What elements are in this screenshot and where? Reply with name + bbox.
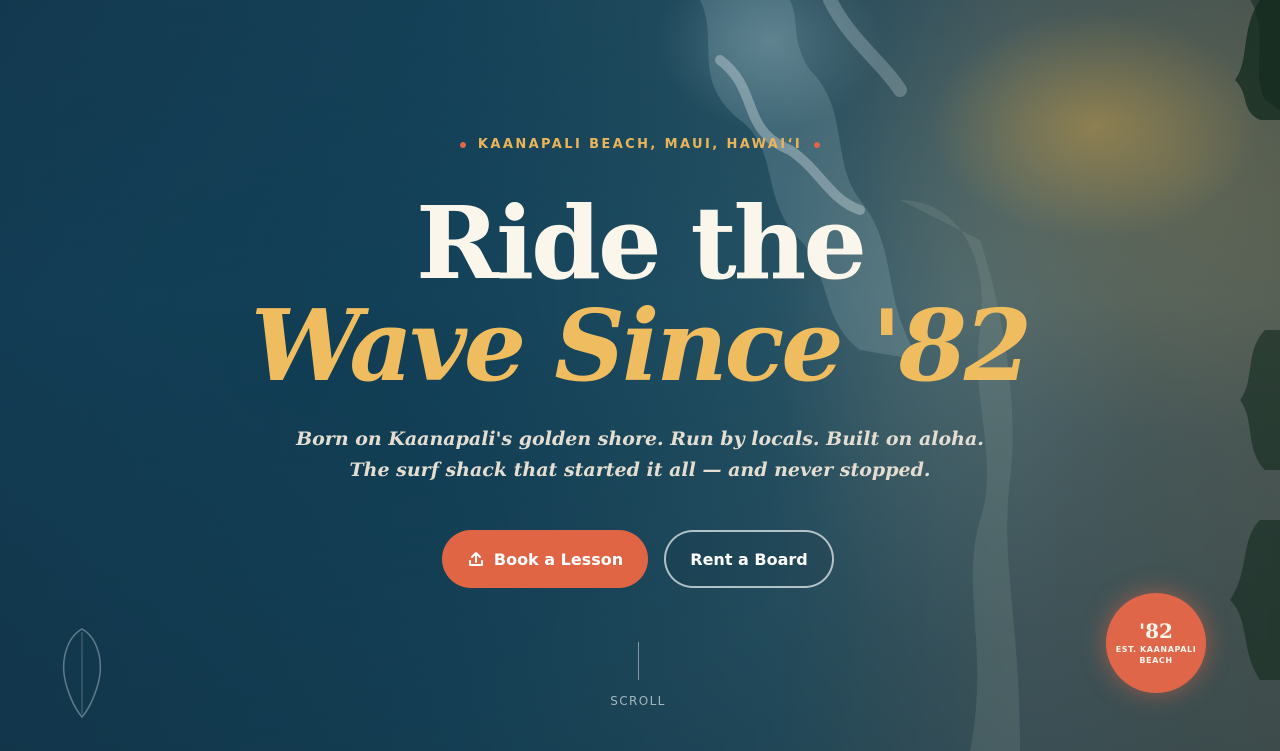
scroll-label[interactable]: SCROLL (540, 694, 736, 708)
badge-caption: EST. KAANAPALI BEACH (1115, 645, 1197, 665)
surfboard-outline-icon (63, 628, 101, 719)
scroll-indicator-line (638, 642, 639, 680)
rent-board-button[interactable]: Rent a Board (664, 530, 834, 588)
headline-line-2: Wave Since '82 (250, 289, 1032, 404)
hero-subtitle: Born on Kaanapali's golden shore. Run by… (296, 428, 984, 481)
rent-board-label: Rent a Board (690, 549, 808, 569)
upload-arrow-icon (467, 550, 485, 568)
badge-year: '82 (1139, 619, 1173, 643)
location-label: KAANAPALI BEACH, MAUI, HAWAI‘I (477, 137, 803, 152)
established-badge: '82 EST. KAANAPALI BEACH (1106, 593, 1206, 693)
dot-icon (459, 141, 466, 148)
book-lesson-label: Book a Lesson (493, 549, 624, 569)
hero-section: KAANAPALI BEACH, MAUI, HAWAI‘I Ride the … (0, 0, 1280, 751)
book-lesson-button[interactable]: Book a Lesson (442, 530, 648, 588)
location-tagline: KAANAPALI BEACH, MAUI, HAWAI‘I (0, 137, 1280, 152)
dot-icon (814, 141, 821, 148)
